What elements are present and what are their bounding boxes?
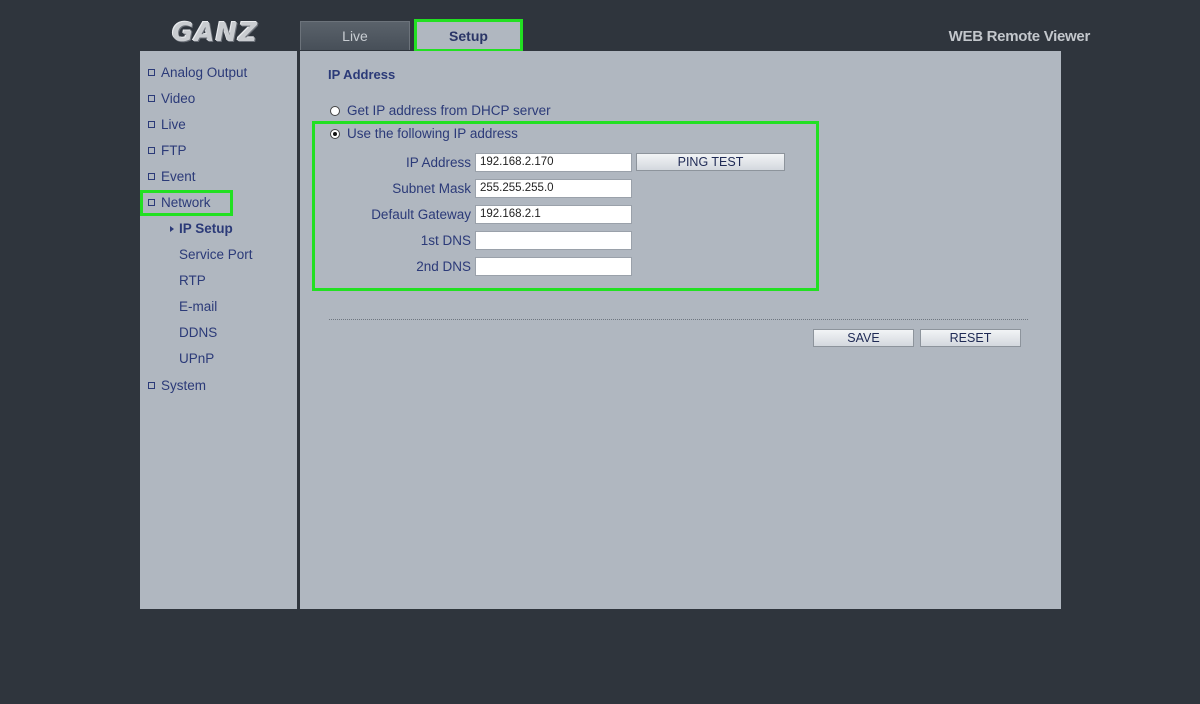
sidebar-item-video[interactable]: Video	[148, 89, 195, 109]
sidebar-item-label: Video	[161, 91, 196, 106]
sidebar-subitem-service-port[interactable]: Service Port	[179, 245, 253, 265]
sidebar-subitem-ip-setup[interactable]: IP Setup	[170, 219, 233, 239]
expand-icon	[148, 198, 155, 206]
sidebar-item-ftp[interactable]: FTP	[148, 141, 187, 161]
dns2-input[interactable]	[475, 257, 632, 276]
dns1-label: 1st DNS	[420, 233, 471, 248]
sidebar-item-label: System	[161, 378, 207, 393]
sidebar-subitem-rtp[interactable]: RTP	[179, 271, 206, 291]
sidebar-item-label: Event	[161, 169, 196, 184]
section-divider	[329, 319, 1028, 320]
expand-icon	[148, 146, 155, 154]
sidebar-item-analog-output[interactable]: Analog Output	[148, 63, 247, 83]
default-gateway-label: Default Gateway	[371, 207, 471, 222]
sidebar-subitem-email[interactable]: E-mail	[179, 297, 217, 317]
radio-dhcp-label: Get IP address from DHCP server	[347, 103, 551, 118]
sidebar-subitem-upnp[interactable]: UPnP	[179, 349, 214, 369]
radio-dhcp-row[interactable]: Get IP address from DHCP server	[330, 103, 551, 118]
sidebar-item-live[interactable]: Live	[148, 115, 186, 135]
subnet-mask-label: Subnet Mask	[392, 181, 471, 196]
app-title: WEB Remote Viewer	[948, 28, 1091, 45]
tab-setup[interactable]: Setup	[414, 19, 523, 52]
radio-dhcp[interactable]	[330, 105, 340, 116]
sidebar-item-system[interactable]: System	[148, 376, 206, 396]
sidebar-item-label: Live	[161, 117, 186, 132]
subnet-mask-input[interactable]: 255.255.255.0	[475, 179, 632, 198]
expand-icon	[148, 120, 155, 128]
ping-test-button[interactable]: PING TEST	[636, 153, 785, 171]
main-content: IP Address Get IP address from DHCP serv…	[300, 51, 1061, 609]
dns1-input[interactable]	[475, 231, 632, 250]
sidebar-item-event[interactable]: Event	[148, 167, 196, 187]
ip-address-label: IP Address	[405, 155, 471, 170]
sidebar-item-network[interactable]: Network	[148, 193, 211, 213]
dns2-label: 2nd DNS	[416, 259, 471, 274]
arrow-right-icon	[170, 226, 174, 232]
expand-icon	[148, 68, 155, 76]
sidebar-subitem-label: IP Setup	[179, 221, 233, 236]
reset-button[interactable]: RESET	[920, 329, 1021, 347]
expand-icon	[148, 172, 155, 180]
tab-live[interactable]: Live	[300, 21, 410, 50]
expand-icon	[148, 381, 155, 389]
ganz-logo: GANZ	[172, 18, 259, 48]
sidebar: Analog Output Video Live FTP Event Netwo…	[140, 51, 297, 609]
expand-icon	[148, 94, 155, 102]
sidebar-item-label: Analog Output	[161, 65, 248, 80]
save-button[interactable]: SAVE	[813, 329, 914, 347]
sidebar-item-label: Network	[161, 195, 211, 210]
sidebar-subitem-ddns[interactable]: DDNS	[179, 323, 217, 343]
section-title: IP Address	[328, 67, 396, 82]
ip-address-input[interactable]: 192.168.2.170	[475, 153, 632, 172]
default-gateway-input[interactable]: 192.168.2.1	[475, 205, 632, 224]
sidebar-item-label: FTP	[161, 143, 187, 158]
